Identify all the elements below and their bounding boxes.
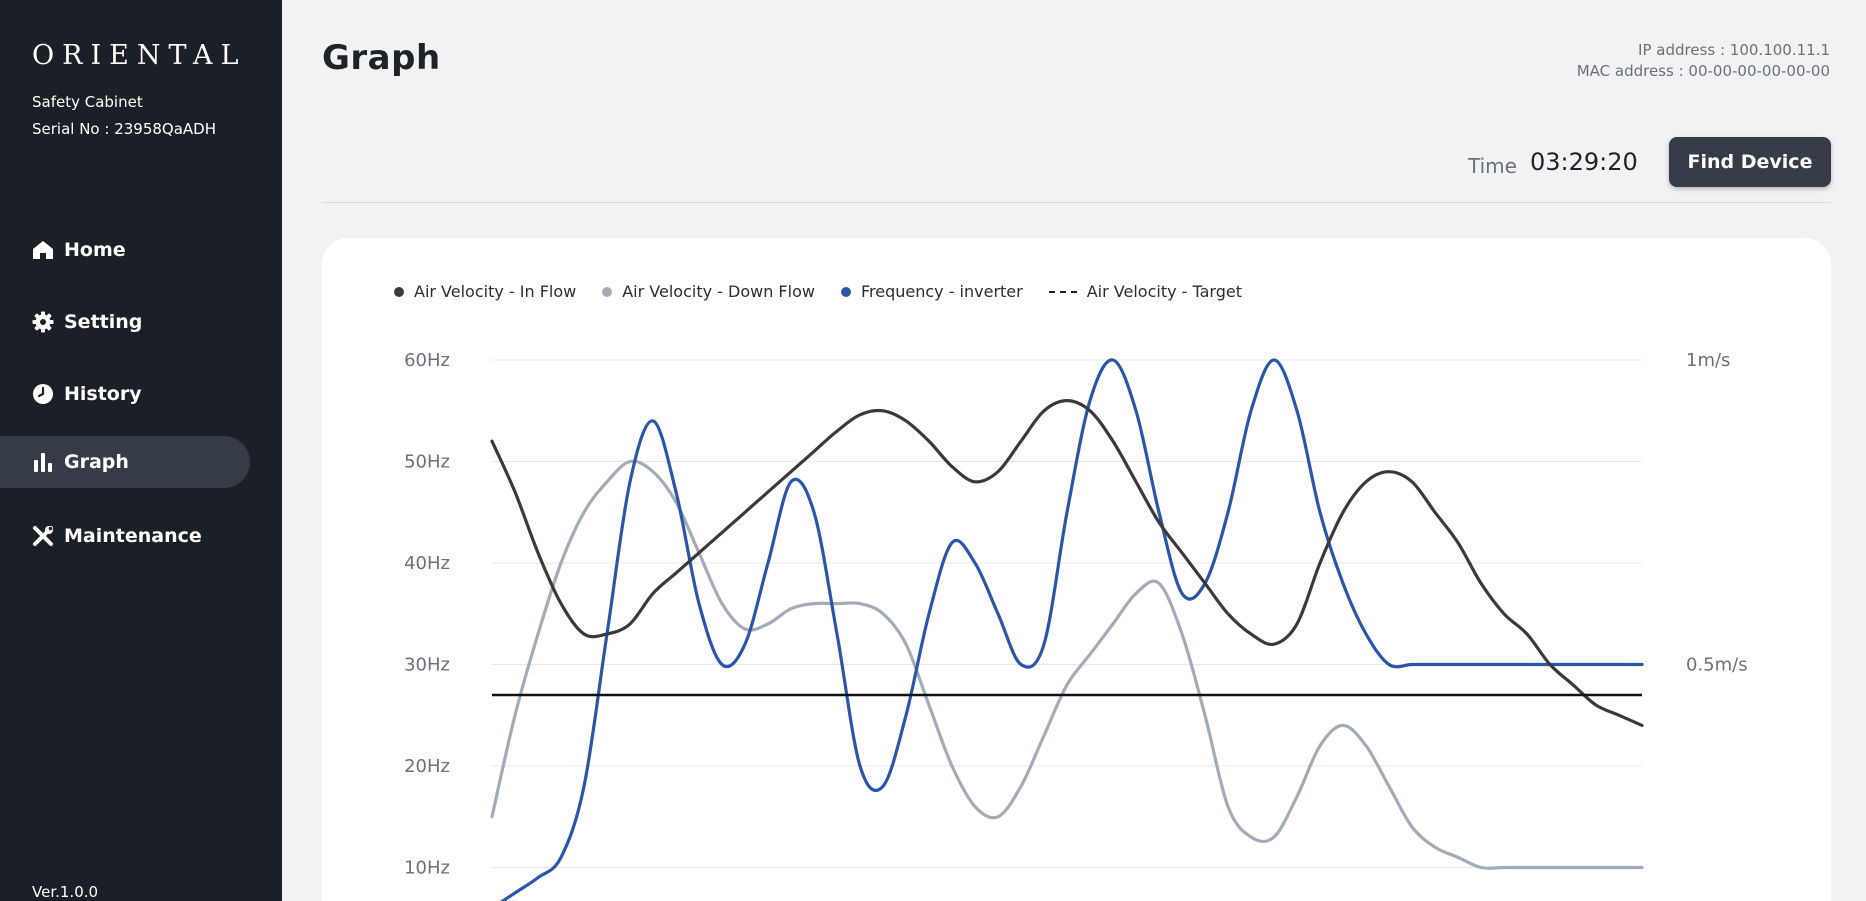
brand-logo: ORIENTAL: [32, 40, 247, 71]
sidebar-item-label: History: [64, 383, 142, 405]
device-type: Safety Cabinet: [32, 93, 143, 111]
sidebar-item-label: Graph: [64, 451, 129, 473]
y-left-tick-label: 30Hz: [404, 655, 450, 676]
sidebar-item-graph[interactable]: Graph: [0, 436, 250, 488]
main-content: Graph IP address : 100.100.11.1 MAC addr…: [282, 0, 1866, 901]
legend-marker: [840, 286, 851, 297]
legend-item-in-flow: Air Velocity - In Flow: [394, 282, 576, 301]
graph-card: 60Hz 50Hz 40Hz 30Hz 20Hz 10Hz 1m/s 0.5m/s Air V…: [322, 238, 1831, 901]
sidebar-item-label: Maintenance: [64, 525, 202, 547]
legend-item-down-flow: Air Velocity - Down Flow: [602, 282, 815, 301]
version-label: Ver.1.0.0: [32, 883, 99, 901]
home-icon: [32, 239, 54, 261]
y-left-tick-label: 20Hz: [404, 756, 450, 777]
series-line-frequency-inverter: [499, 358, 1644, 901]
clock-icon: [32, 383, 54, 405]
legend-label: Air Velocity - In Flow: [414, 282, 577, 301]
header-divider: [322, 202, 1831, 203]
sidebar-item-label: Home: [64, 239, 126, 261]
network-info: IP address : 100.100.11.1 MAC address : …: [1577, 40, 1830, 82]
legend-item-frequency: Frequency - inverter: [840, 282, 1023, 301]
bar-chart-icon: [32, 451, 54, 473]
y-right-tick-label: 1m/s: [1686, 350, 1730, 371]
sidebar-item-history[interactable]: History: [0, 368, 250, 420]
legend-label: Frequency - inverter: [860, 282, 1023, 301]
y-left-tick-label: 50Hz: [404, 452, 450, 473]
sidebar-item-setting[interactable]: Setting: [0, 296, 250, 348]
page-title: Graph: [322, 38, 441, 78]
tools-icon: [32, 525, 54, 547]
y-left-tick-label: 10Hz: [404, 858, 450, 879]
legend-marker: [602, 286, 613, 297]
legend-label: Air Velocity - Target: [1086, 282, 1242, 301]
y-right-tick-label: 0.5m/s: [1686, 655, 1748, 676]
legend-label: Air Velocity - Down Flow: [622, 282, 815, 301]
ip-address: IP address : 100.100.11.1: [1638, 41, 1830, 59]
find-device-button[interactable]: Find Device: [1669, 137, 1831, 187]
y-left-tick-label: 60Hz: [404, 350, 450, 371]
sidebar-item-label: Setting: [64, 311, 143, 333]
sidebar-item-maintenance[interactable]: Maintenance: [0, 510, 250, 562]
time-value: 03:29:20: [1530, 148, 1638, 176]
sidebar-item-home[interactable]: Home: [0, 224, 250, 276]
serial-number: Serial No : 23958QaADH: [32, 120, 217, 138]
legend-item-target: Air Velocity - Target: [1048, 282, 1242, 301]
y-left-tick-label: 40Hz: [404, 553, 450, 574]
legend-marker: [1048, 290, 1077, 293]
chart-legend: Air Velocity - In Flow Air Velocity - Do…: [394, 282, 1268, 301]
legend-marker: [394, 286, 404, 297]
gear-icon: [32, 311, 54, 333]
mac-address: MAC address : 00-00-00-00-00-00: [1576, 62, 1830, 80]
time-label: Time: [1468, 154, 1517, 178]
line-chart: 60Hz 50Hz 40Hz 30Hz 20Hz 10Hz 1m/s 0.5m/s: [404, 350, 1748, 901]
sidebar: ORIENTAL Safety Cabinet Serial No : 2395…: [0, 0, 282, 901]
